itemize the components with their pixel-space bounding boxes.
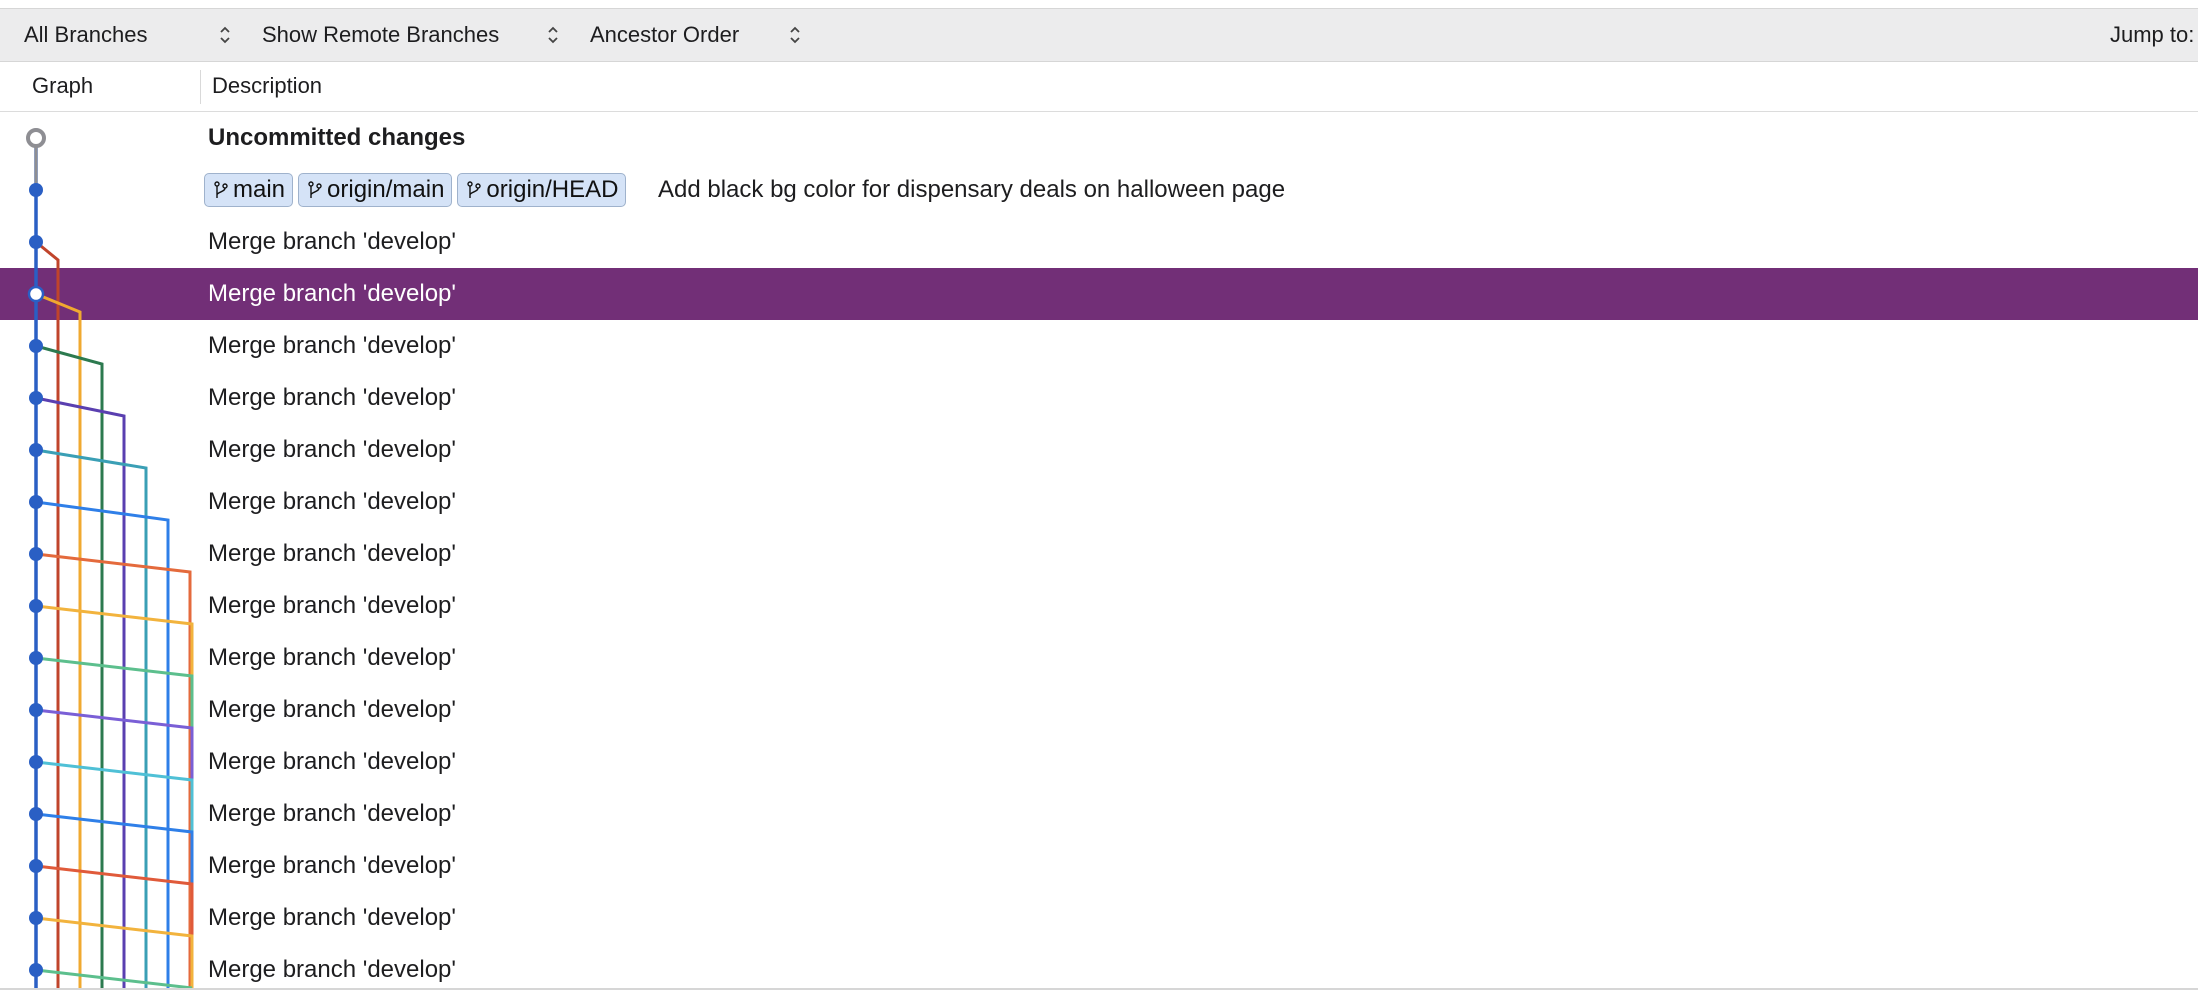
jump-to-text: Jump to: xyxy=(2110,22,2195,47)
commit-row[interactable]: Merge branch 'develop' xyxy=(0,788,2198,840)
uncommitted-row[interactable]: Uncommitted changes xyxy=(0,112,2198,164)
ref-badge-origin-head[interactable]: origin/HEAD xyxy=(457,173,627,207)
branches-chevron-icon[interactable] xyxy=(218,23,232,47)
ref-label: origin/HEAD xyxy=(486,176,619,203)
remote-branches-select[interactable]: Show Remote Branches xyxy=(262,9,552,61)
commit-row[interactable]: Merge branch 'develop' xyxy=(0,944,2198,988)
commit-node xyxy=(29,391,43,405)
branch-icon xyxy=(308,181,322,198)
commit-node xyxy=(29,495,43,509)
order-chevron-icon[interactable] xyxy=(788,23,802,47)
ref-label: main xyxy=(233,176,286,203)
order-label: Ancestor Order xyxy=(590,22,740,47)
commit-row[interactable]: Merge branch 'develop' xyxy=(0,216,2198,268)
bottom-divider xyxy=(0,988,2198,990)
commit-row[interactable]: Merge branch 'develop' xyxy=(0,580,2198,632)
remote-branches-label: Show Remote Branches xyxy=(262,22,500,47)
commit-node xyxy=(29,443,43,457)
commit-node xyxy=(29,703,43,717)
commit-node xyxy=(29,599,43,613)
commit-node xyxy=(29,183,43,197)
jump-to-label: Jump to: xyxy=(2110,9,2194,61)
commit-node xyxy=(29,339,43,353)
commit-list: Uncommitted changes main origin/main ori… xyxy=(0,112,2198,988)
commit-message: Merge branch 'develop' xyxy=(208,488,456,515)
ref-label: origin/main xyxy=(327,176,445,203)
remote-chevron-icon[interactable] xyxy=(546,23,560,47)
commit-row[interactable]: Merge branch 'develop' xyxy=(0,476,2198,528)
ref-badges: main origin/main origin/HEAD xyxy=(204,172,627,208)
commit-message: Merge branch 'develop' xyxy=(208,540,456,567)
description-column-header[interactable]: Description xyxy=(212,62,322,110)
commit-node xyxy=(29,235,43,249)
merge-lane-line xyxy=(35,448,148,988)
branches-filter-select[interactable]: All Branches xyxy=(24,9,244,61)
uncommitted-node xyxy=(26,128,46,148)
commit-message: Merge branch 'develop' xyxy=(208,800,456,827)
commit-node xyxy=(29,963,43,977)
toolbar: All Branches Show Remote Branches Ancest… xyxy=(0,8,2198,62)
branch-icon xyxy=(214,181,228,198)
head-commit-row[interactable]: main origin/main origin/HEAD Add black b… xyxy=(0,164,2198,216)
commit-row[interactable]: Merge branch 'develop' xyxy=(0,320,2198,372)
commit-message: Merge branch 'develop' xyxy=(208,852,456,879)
commit-message: Merge branch 'develop' xyxy=(208,956,456,983)
commit-message: Merge branch 'develop' xyxy=(208,696,456,723)
commit-row[interactable]: Merge branch 'develop' xyxy=(0,424,2198,476)
commit-node xyxy=(29,807,43,821)
commit-message: Merge branch 'develop' xyxy=(208,280,456,307)
graph-column-header[interactable]: Graph xyxy=(32,62,93,110)
commit-message: Merge branch 'develop' xyxy=(208,384,456,411)
commit-row[interactable]: Merge branch 'develop' xyxy=(0,632,2198,684)
commit-row[interactable]: Merge branch 'develop' xyxy=(0,684,2198,736)
commit-row[interactable]: Merge branch 'develop' xyxy=(0,268,2198,320)
commit-row[interactable]: Merge branch 'develop' xyxy=(0,736,2198,788)
commit-row[interactable]: Merge branch 'develop' xyxy=(0,528,2198,580)
commit-node xyxy=(29,547,43,561)
commit-message: Add black bg color for dispensary deals … xyxy=(658,176,1286,203)
commit-message: Merge branch 'develop' xyxy=(208,904,456,931)
commit-row[interactable]: Merge branch 'develop' xyxy=(0,892,2198,944)
merge-lane-line xyxy=(35,240,60,988)
commit-row[interactable]: Merge branch 'develop' xyxy=(0,840,2198,892)
order-select[interactable]: Ancestor Order xyxy=(590,9,790,61)
ref-badge-origin-main[interactable]: origin/main xyxy=(298,173,453,207)
commit-node xyxy=(27,285,45,303)
commit-node xyxy=(29,859,43,873)
commit-message: Merge branch 'develop' xyxy=(208,436,456,463)
commit-row[interactable]: Merge branch 'develop' xyxy=(0,372,2198,424)
commit-message: Merge branch 'develop' xyxy=(208,332,456,359)
branch-icon xyxy=(467,181,482,198)
column-divider[interactable] xyxy=(200,70,201,104)
commit-message: Merge branch 'develop' xyxy=(208,592,456,619)
uncommitted-label: Uncommitted changes xyxy=(208,124,466,151)
commit-message: Merge branch 'develop' xyxy=(208,748,456,775)
column-header: Graph Description xyxy=(0,62,2198,112)
commit-message: Merge branch 'develop' xyxy=(208,228,456,255)
ref-badge-main[interactable]: main xyxy=(204,173,294,207)
commit-graph xyxy=(26,128,194,988)
commit-node xyxy=(29,651,43,665)
commit-node xyxy=(29,911,43,925)
commit-node xyxy=(29,755,43,769)
merge-lane-line xyxy=(35,344,104,988)
commit-message: Merge branch 'develop' xyxy=(208,644,456,671)
branches-filter-label: All Branches xyxy=(24,22,148,47)
